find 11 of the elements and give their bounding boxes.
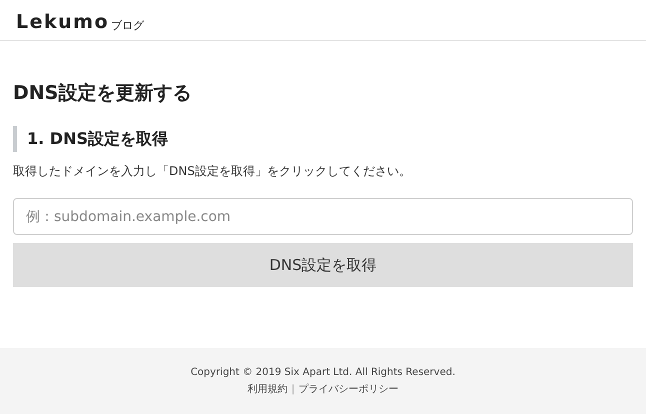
section-heading: 1. DNS設定を取得 (27, 128, 168, 150)
copyright-text: Copyright © 2019 Six Apart Ltd. All Rights Reserved. (190, 366, 456, 380)
page-title: DNS設定を更新する (13, 81, 192, 106)
logo[interactable]: Lekumo (16, 13, 110, 32)
domain-input[interactable]: 例：subdomain.example.com (13, 198, 633, 235)
privacy-policy-link[interactable]: プライバシーポリシー (298, 382, 399, 397)
get-dns-settings-button[interactable]: DNS設定を取得 (13, 243, 633, 287)
terms-link[interactable]: 利用規約 (247, 382, 288, 397)
instruction-text: 取得したドメインを入力し「DNS設定を取得」をクリックしてください。 (13, 163, 412, 180)
link-separator: | (291, 383, 295, 397)
logo-suffix: ブログ (111, 20, 144, 31)
